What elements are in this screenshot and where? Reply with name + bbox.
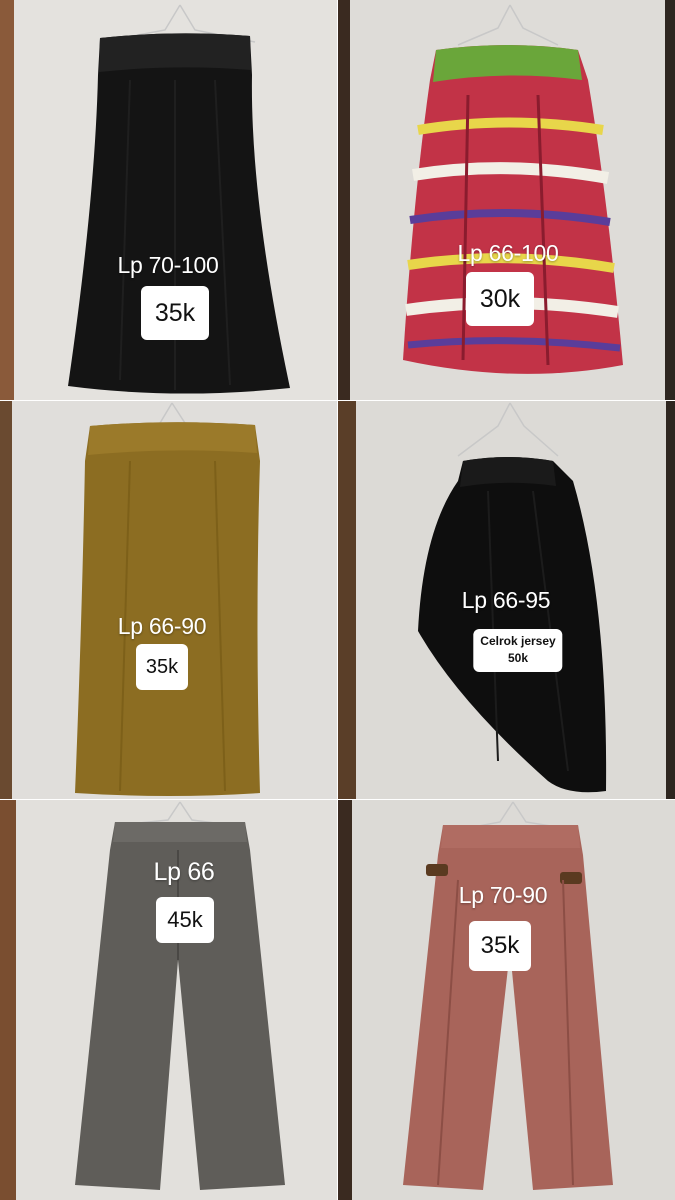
- size-label: Lp 66-95: [461, 587, 551, 613]
- size-label: Lp 66: [153, 858, 215, 886]
- pink-pants-photo: [338, 800, 675, 1200]
- size-label: Lp 70-90: [458, 882, 548, 908]
- product-card-tweed-pants[interactable]: Lp 66 45k: [0, 800, 337, 1200]
- size-label: Lp 66-90: [117, 613, 207, 639]
- product-photo-grid: Lp 70-100 35k Lp 66-100 30k Lp 66-90 35k…: [0, 0, 675, 1200]
- black-skirt-photo: [0, 0, 337, 400]
- size-label: Lp 66-100: [457, 240, 559, 266]
- patterned-skirt-photo: [338, 0, 675, 400]
- product-note: Celrok jersey: [480, 634, 556, 648]
- product-card-patterned-skirt[interactable]: Lp 66-100 30k: [338, 0, 675, 400]
- price-badge: Celrok jersey 50k: [473, 629, 563, 672]
- product-card-mustard-skirt[interactable]: Lp 66-90 35k: [0, 401, 337, 799]
- price-badge: 35k: [469, 921, 531, 971]
- product-card-celrok-jersey[interactable]: Lp 66-95 Celrok jersey 50k: [338, 401, 675, 799]
- price-badge: 30k: [466, 272, 534, 326]
- price-badge: 35k: [136, 644, 188, 690]
- mustard-skirt-photo: [0, 401, 337, 799]
- product-card-black-skirt[interactable]: Lp 70-100 35k: [0, 0, 337, 400]
- price-badge: 45k: [156, 897, 214, 943]
- grid-divider-horizontal-1: [0, 400, 675, 401]
- product-card-pink-pants[interactable]: Lp 70-90 35k: [338, 800, 675, 1200]
- grid-divider-vertical: [337, 0, 338, 1200]
- grid-divider-horizontal-2: [0, 799, 675, 800]
- size-label: Lp 70-100: [117, 252, 219, 278]
- price-badge: 35k: [141, 286, 209, 340]
- price-value: 50k: [507, 651, 529, 666]
